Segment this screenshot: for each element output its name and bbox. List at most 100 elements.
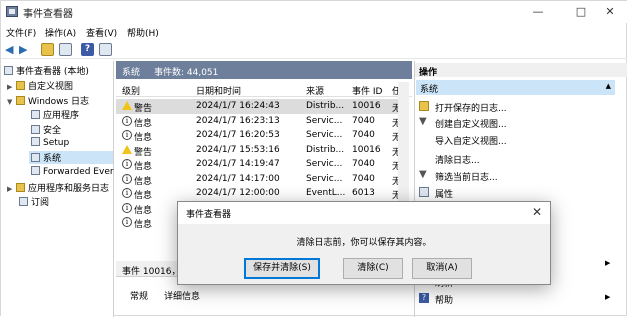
collapse-up-icon[interactable]: ▲ [606,82,611,90]
subscription-icon [19,197,28,206]
tree-subscriptions[interactable]: 订阅 [19,195,49,208]
action-import-custom-view[interactable]: 导入自定义视图... [435,134,507,147]
tree-forwarded-events[interactable]: Forwarded Ever [31,166,114,179]
close-button[interactable]: ✕ [592,1,627,23]
chevron-down-icon[interactable]: ▼ [7,98,16,106]
tree-windows-logs[interactable]: ▼ Windows 日志 [7,94,89,107]
cell-source: Distrib... [306,101,345,111]
cell-level: 信息 [134,133,153,143]
cell-event-id: 7040 [352,173,375,184]
tree-root[interactable]: 事件查看器 (本地) [4,64,89,77]
info-icon: i [122,130,132,140]
table-row[interactable]: i 信息 2024/1/7 14:17:00 Servic... 7040 无 [116,172,406,187]
cell-level: 信息 [134,118,153,129]
col-event-id[interactable]: 事件 ID [352,84,382,97]
tree-application[interactable]: 应用程序 [31,108,79,121]
table-row[interactable]: i 信息 2024/1/7 16:20:53 Servic... 7040 无 [116,128,406,143]
folder-icon [16,96,25,105]
show-hide-tree-icon[interactable] [59,43,72,56]
dialog-title-bar: 事件查看器 ✕ [178,202,550,224]
tree-custom-views[interactable]: ▶ 自定义视图 [7,79,73,92]
open-folder-icon [419,101,429,111]
table-row[interactable]: i 信息 2024/1/7 16:23:13 Servic... 7040 无 [116,114,406,129]
dialog-message: 清除日志前，你可以保存其内容。 [296,238,432,248]
info-icon: i [122,217,132,227]
cell-date: 2024/1/7 15:53:16 [196,144,280,155]
toolbar: ◀ ▶ ? [1,40,627,59]
cell-date: 2024/1/7 16:20:53 [196,130,280,140]
warning-icon [122,101,132,110]
col-source[interactable]: 来源 [306,84,324,97]
table-row[interactable]: 警告 2024/1/7 15:53:16 Distrib... 10016 无 [116,143,406,158]
log-icon [31,166,40,175]
log-name: 系统 [122,68,141,78]
cell-date: 2024/1/7 16:24:43 [196,101,280,111]
col-datetime[interactable]: 日期和时间 [196,84,241,97]
cell-date: 2024/1/7 14:17:00 [196,173,280,184]
tree-system[interactable]: 系统 [29,151,113,164]
action-open-saved-log[interactable]: 打开保存的日志... [435,101,507,114]
forward-arrow-icon[interactable]: ▶ [19,43,32,56]
warning-icon [122,144,132,154]
table-row[interactable]: 警告 2024/1/7 16:24:43 Distrib... 10016 无 [116,99,406,114]
dialog-close-icon[interactable]: ✕ [532,205,542,219]
filter-icon: ▼ [419,116,427,127]
help-icon[interactable]: ? [81,43,94,56]
menu-bar: 文件(F) 操作(A) 查看(V) 帮助(H) [1,23,627,40]
cell-date: 2024/1/7 16:23:13 [196,115,280,126]
log-icon [31,137,40,146]
chevron-right-icon[interactable]: ▶ [7,185,16,193]
cell-source: Servic... [306,159,343,169]
tree-app-services-logs[interactable]: ▶ 应用程序和服务日志 [7,181,109,194]
cell-source: Servic... [306,130,343,140]
clear-button[interactable]: 清除(C) [343,258,403,279]
chevron-right-icon[interactable]: ▶ [7,83,16,91]
col-level[interactable]: 级别 [122,84,140,97]
table-row[interactable]: i 信息 2024/1/7 14:19:47 Servic... 7040 无 [116,157,406,172]
log-icon [31,125,40,134]
cell-level: 警告 [134,147,153,158]
tab-general[interactable]: 常规 [130,289,148,302]
save-and-clear-button[interactable]: 保存并清除(S) [244,258,320,279]
event-viewer-app-icon [6,6,18,17]
event-count: 事件数: 44,051 [154,68,219,78]
minimize-button[interactable]: — [520,1,556,23]
tree-security[interactable]: 安全 [31,123,61,136]
menu-view[interactable]: 查看(V) [86,26,117,39]
actions-section-system[interactable]: 系统 ▲ [416,80,615,95]
cancel-button[interactable]: 取消(A) [412,258,472,279]
tree-setup[interactable]: Setup [31,137,69,150]
cell-source: EventL... [306,188,346,198]
cell-event-id: 7040 [352,159,375,169]
info-icon: i [122,159,132,169]
action-help[interactable]: 帮助 [435,293,453,306]
table-row[interactable]: i 信息 2024/1/7 12:00:00 EventL... 6013 无 [116,186,406,201]
info-icon: i [122,188,132,198]
submenu-arrow-icon: ▶ [605,293,611,301]
log-icon [31,110,40,119]
menu-action[interactable]: 操作(A) [45,26,76,39]
events-table-header: 级别 日期和时间 来源 事件 ID 任 [116,82,412,97]
back-arrow-icon[interactable]: ◀ [5,43,18,56]
action-filter-current-log[interactable]: 筛选当前日志... [435,170,498,183]
info-icon: i [122,173,132,184]
action-create-custom-view[interactable]: 创建自定义视图... [435,117,507,130]
cell-event-id: 6013 [352,188,375,198]
cell-level: 信息 [134,191,153,201]
show-action-pane-icon[interactable] [99,43,112,56]
events-pane-header: 系统 事件数: 44,051 [116,61,412,79]
menu-file[interactable]: 文件(F) [6,26,36,39]
computer-log-icon [4,66,13,75]
cell-date: 2024/1/7 14:19:47 [196,159,280,169]
action-clear-log[interactable]: 清除日志... [435,153,480,166]
submenu-arrow-icon: ▶ [605,259,611,267]
action-properties[interactable]: 属性 [435,187,453,200]
cell-event-id: 7040 [352,130,375,140]
cell-source: Servic... [306,173,343,184]
tab-details[interactable]: 详细信息 [164,289,200,302]
properties-icon [419,187,429,197]
menu-help[interactable]: 帮助(H) [127,26,159,39]
folder-up-icon[interactable] [41,43,54,56]
log-icon [31,153,40,162]
cell-level: 信息 [134,162,153,172]
